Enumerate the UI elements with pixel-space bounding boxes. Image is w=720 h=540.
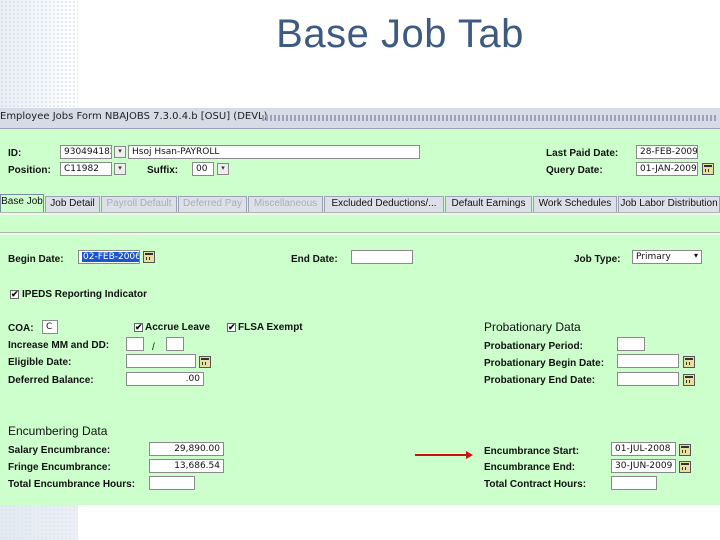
- total-encumbrance-hours-field[interactable]: [149, 476, 195, 490]
- titlebar-stripes: [262, 115, 716, 121]
- tab-job-labor-distribution[interactable]: Job Labor Distribution: [618, 196, 720, 212]
- tab-bar: Base Job Job Detail Payroll Default Defe…: [0, 194, 720, 212]
- ipeds-label: IPEDS Reporting Indicator: [22, 289, 148, 300]
- window-title: Employee Jobs Form NBAJOBS 7.3.0.4.b [OS…: [0, 111, 268, 122]
- eligible-date-label: Eligible Date:: [8, 357, 72, 368]
- encumbrance-end-calendar-icon[interactable]: [679, 461, 691, 473]
- increase-mm-dd-label: Increase MM and DD:: [8, 340, 110, 351]
- slide-bottom-decoration: [0, 505, 78, 540]
- increase-mm-field[interactable]: [126, 337, 144, 351]
- probationary-period-field[interactable]: [617, 337, 645, 351]
- encumbrance-end-field[interactable]: 30-JUN-2009: [611, 459, 676, 473]
- begin-date-label: Begin Date:: [8, 254, 64, 265]
- encumbrance-start-label: Encumbrance Start:: [484, 446, 580, 457]
- probationary-data-heading: Probationary Data: [484, 320, 581, 334]
- tab-excluded-deductions[interactable]: Excluded Deductions/...: [324, 196, 444, 212]
- suffix-field[interactable]: 00: [192, 162, 214, 176]
- coa-label: COA:: [8, 323, 34, 334]
- tab-miscellaneous[interactable]: Miscellaneous: [248, 196, 323, 212]
- begin-date-field[interactable]: 02-FEB-2006: [78, 250, 140, 264]
- tab-job-detail[interactable]: Job Detail: [45, 196, 100, 212]
- chevron-down-icon: ▾: [693, 251, 698, 260]
- employee-name-field[interactable]: Hsoj Hsan-PAYROLL: [128, 145, 420, 159]
- encumbrance-start-field[interactable]: 01-JUL-2008: [611, 442, 676, 456]
- slide-title: Base Job Tab: [276, 12, 524, 56]
- section-separator: [0, 232, 720, 235]
- query-date-calendar-icon[interactable]: [702, 163, 714, 175]
- id-search-button[interactable]: ▾: [114, 146, 126, 158]
- deferred-balance-field[interactable]: .00: [126, 372, 204, 386]
- total-contract-hours-field[interactable]: [611, 476, 657, 490]
- query-date-label: Query Date:: [546, 165, 603, 176]
- annotation-arrow: [415, 451, 473, 459]
- last-paid-date-label: Last Paid Date:: [546, 148, 619, 159]
- accrue-leave-checkbox[interactable]: ✔: [134, 323, 143, 332]
- encumbering-data-heading: Encumbering Data: [8, 424, 108, 438]
- tab-payroll-default[interactable]: Payroll Default: [101, 196, 177, 212]
- eligible-date-field[interactable]: [126, 354, 196, 368]
- tab-separator: [0, 212, 720, 215]
- deferred-balance-label: Deferred Balance:: [8, 375, 94, 386]
- probationary-end-calendar-icon[interactable]: [683, 374, 695, 386]
- probationary-period-label: Probationary Period:: [484, 341, 583, 352]
- encumbrance-start-calendar-icon[interactable]: [679, 444, 691, 456]
- probationary-end-date-field[interactable]: [617, 372, 679, 386]
- increase-dd-field[interactable]: [166, 337, 184, 351]
- position-search-button[interactable]: ▾: [114, 163, 126, 175]
- position-field[interactable]: C11982: [60, 162, 112, 176]
- probationary-begin-date-field[interactable]: [617, 354, 679, 368]
- job-type-label: Job Type:: [574, 254, 621, 265]
- begin-date-calendar-icon[interactable]: [143, 251, 155, 263]
- fringe-encumbrance-field[interactable]: 13,686.54: [149, 459, 224, 473]
- suffix-label: Suffix:: [147, 165, 179, 176]
- last-paid-date-field[interactable]: 28-FEB-2009: [636, 145, 698, 159]
- probationary-end-date-label: Probationary End Date:: [484, 375, 596, 386]
- begin-date-value: 02-FEB-2006: [82, 252, 140, 262]
- probationary-begin-date-label: Probationary Begin Date:: [484, 358, 605, 369]
- eligible-date-calendar-icon[interactable]: [199, 356, 211, 368]
- job-type-value: Primary: [636, 252, 671, 262]
- end-date-label: End Date:: [291, 254, 338, 265]
- tab-default-earnings[interactable]: Default Earnings: [445, 196, 532, 212]
- job-type-select[interactable]: Primary ▾: [632, 250, 702, 264]
- flsa-exempt-label: FLSA Exempt: [238, 322, 303, 333]
- tab-base-job[interactable]: Base Job: [0, 194, 44, 212]
- salary-encumbrance-label: Salary Encumbrance:: [8, 445, 111, 456]
- probationary-begin-calendar-icon[interactable]: [683, 356, 695, 368]
- total-contract-hours-label: Total Contract Hours:: [484, 479, 587, 490]
- coa-field[interactable]: C: [42, 320, 58, 334]
- tab-work-schedules[interactable]: Work Schedules: [533, 196, 617, 212]
- end-date-field[interactable]: [351, 250, 413, 264]
- flsa-exempt-checkbox[interactable]: ✔: [227, 323, 236, 332]
- suffix-search-button[interactable]: ▾: [217, 163, 229, 175]
- accrue-leave-label: Accrue Leave: [145, 322, 211, 333]
- tab-deferred-pay[interactable]: Deferred Pay: [178, 196, 247, 212]
- ipeds-checkbox[interactable]: ✔: [10, 290, 19, 299]
- salary-encumbrance-field[interactable]: 29,890.00: [149, 442, 224, 456]
- id-field[interactable]: 930494182: [60, 145, 112, 159]
- increase-separator: /: [152, 342, 155, 353]
- total-encumbrance-hours-label: Total Encumbrance Hours:: [8, 479, 136, 490]
- window-titlebar: Employee Jobs Form NBAJOBS 7.3.0.4.b [OS…: [0, 108, 720, 129]
- query-date-field[interactable]: 01-JAN-2009: [636, 162, 698, 176]
- position-label: Position:: [8, 165, 51, 176]
- id-label: ID:: [8, 148, 22, 159]
- encumbrance-end-label: Encumbrance End:: [484, 462, 576, 473]
- fringe-encumbrance-label: Fringe Encumbrance:: [8, 462, 111, 473]
- employee-jobs-form-window: Employee Jobs Form NBAJOBS 7.3.0.4.b [OS…: [0, 108, 720, 505]
